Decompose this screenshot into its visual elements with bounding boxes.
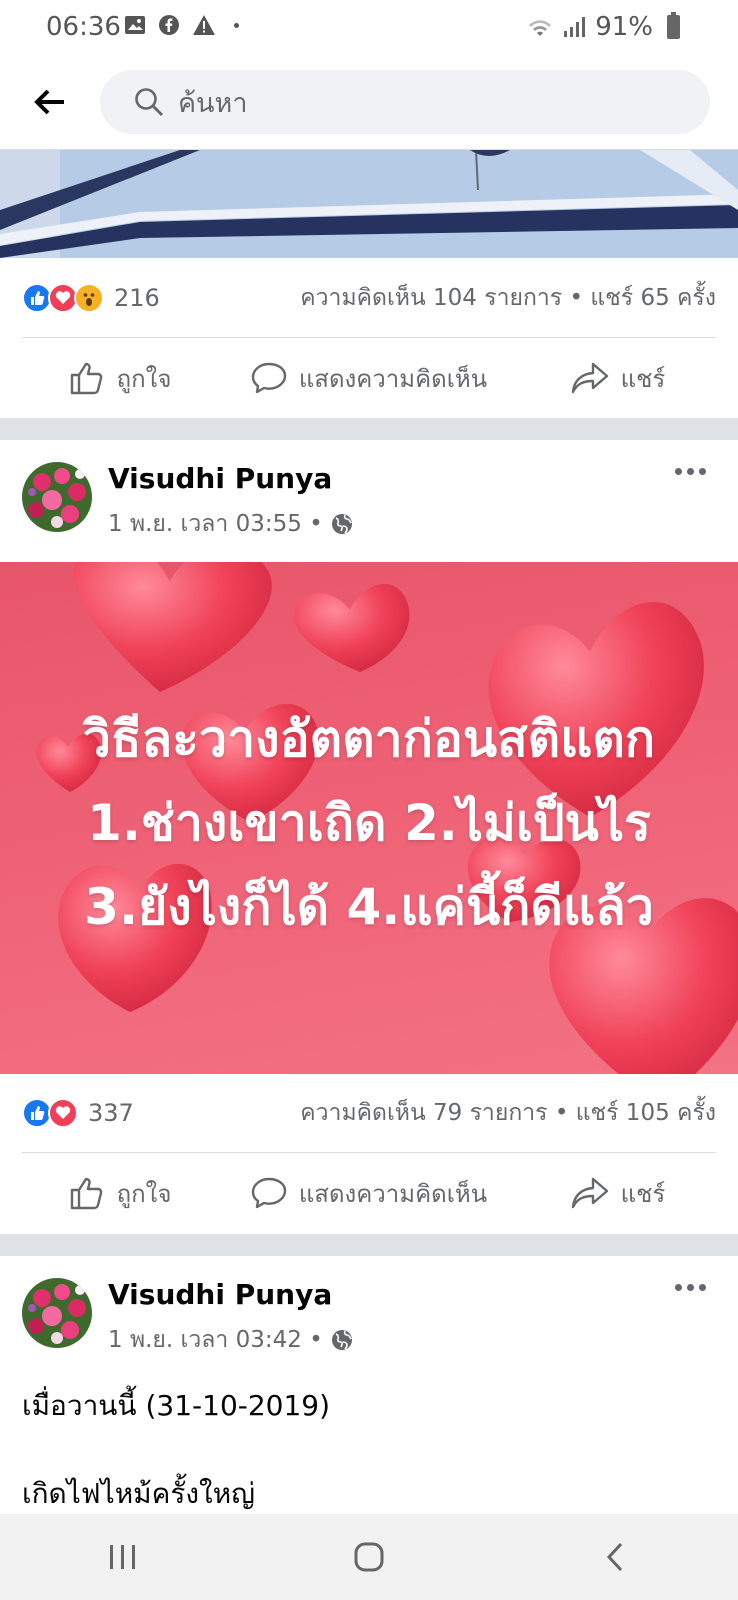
comment-label: แสดงความคิดเห็น xyxy=(298,1179,488,1208)
like-button[interactable]: ถูกใจ xyxy=(0,359,240,398)
reaction-summary[interactable]: 216 xyxy=(22,283,160,313)
post-separator xyxy=(0,418,738,440)
battery-percent: 91% xyxy=(595,12,653,42)
avatar[interactable] xyxy=(22,462,92,532)
more-icon[interactable] xyxy=(675,468,706,475)
like-label: ถูกใจ xyxy=(116,364,172,393)
post-meta: 1 พ.ย. เวลา 03:42 • xyxy=(108,1322,353,1358)
reaction-summary[interactable]: 337 xyxy=(22,1098,134,1128)
wow-reaction-icon xyxy=(74,283,104,313)
comment-label: แสดงความคิดเห็น xyxy=(298,364,488,393)
post-separator xyxy=(0,1234,738,1256)
search-placeholder: ค้นหา xyxy=(178,87,248,119)
share-button[interactable]: แชร์ xyxy=(498,1174,738,1213)
caption-line-2: 1.ช่างเขาเถิด 2.ไม่เป็นไร xyxy=(87,794,651,852)
post-author[interactable]: Visudhi Punya xyxy=(108,1278,332,1311)
post2-header: Visudhi Punya 1 พ.ย. เวลา 03:55 • xyxy=(0,440,738,550)
back-nav-icon xyxy=(606,1542,623,1572)
search-header: ค้นหา xyxy=(0,58,738,150)
caption-line-1: วิธีละวางอัตตาก่อนสติแตก xyxy=(82,710,656,768)
share-label: แชร์ xyxy=(620,1179,666,1208)
comment-icon xyxy=(251,1177,287,1209)
post-meta: 1 พ.ย. เวลา 03:55 • xyxy=(108,506,353,542)
status-bar: 06:36 91% xyxy=(0,0,738,58)
recents-icon xyxy=(110,1545,135,1569)
divider xyxy=(22,337,716,338)
divider xyxy=(22,1152,716,1153)
share-label: แชร์ xyxy=(620,364,666,393)
post1-actions: ถูกใจ แสดงความคิดเห็น แชร์ xyxy=(0,339,738,417)
comment-button[interactable]: แสดงความคิดเห็น xyxy=(240,359,498,398)
home-icon xyxy=(354,1542,384,1572)
post3-header: Visudhi Punya 1 พ.ย. เวลา 03:42 • xyxy=(0,1256,738,1366)
recents-button[interactable] xyxy=(83,1527,163,1587)
post2-reactions-row: 337 ความคิดเห็น 79 รายการ • แชร์ 105 ครั… xyxy=(22,1078,716,1148)
post3-text-line-1: เมื่อวานนี้ (31-10-2019) xyxy=(22,1389,331,1422)
like-button[interactable]: ถูกใจ xyxy=(0,1174,240,1213)
post-author[interactable]: Visudhi Punya xyxy=(108,462,332,495)
post1-reactions-row: 216 ความคิดเห็น 104 รายการ • แชร์ 65 ครั… xyxy=(22,263,716,333)
share-button[interactable]: แชร์ xyxy=(498,359,738,398)
comment-icon xyxy=(251,362,287,394)
comments-shares-count[interactable]: ความคิดเห็น 79 รายการ • แชร์ 105 ครั้ง xyxy=(300,1095,716,1131)
system-navigation-bar xyxy=(0,1514,738,1600)
post2-actions: ถูกใจ แสดงความคิดเห็น แชร์ xyxy=(0,1154,738,1232)
signal-icon xyxy=(564,17,586,37)
back-button[interactable] xyxy=(30,82,70,122)
previous-post-image[interactable] xyxy=(0,150,738,258)
post-image-caption: วิธีละวางอัตตาก่อนสติแตก 1.ช่างเขาเถิด 2… xyxy=(0,697,738,949)
avatar[interactable] xyxy=(22,1278,92,1348)
post3-text-line-2: เกิดไฟไหม้ครั้งใหญ่ xyxy=(22,1477,256,1510)
thumbs-up-icon xyxy=(70,1177,102,1210)
post-time[interactable]: 1 พ.ย. เวลา 03:55 • xyxy=(108,506,323,542)
facebook-icon xyxy=(159,15,179,35)
caption-line-3: 3.ยังไงก็ได้ 4.แค่นี้ก็ดีแล้ว xyxy=(84,878,654,936)
search-input[interactable]: ค้นหา xyxy=(100,70,710,134)
gallery-icon xyxy=(125,16,145,34)
globe-icon xyxy=(331,1330,352,1350)
back-nav-button[interactable] xyxy=(575,1527,655,1587)
globe-icon xyxy=(331,514,352,534)
more-icon[interactable] xyxy=(675,1284,706,1291)
love-reaction-icon xyxy=(48,1098,78,1128)
status-time: 06:36 xyxy=(46,12,121,42)
thumbs-up-icon xyxy=(70,362,102,395)
search-icon xyxy=(135,88,163,116)
post2-image[interactable]: วิธีละวางอัตตาก่อนสติแตก 1.ช่างเขาเถิด 2… xyxy=(0,562,738,1074)
dot-icon xyxy=(234,22,239,28)
comment-button[interactable]: แสดงความคิดเห็น xyxy=(240,1174,498,1213)
reaction-count: 337 xyxy=(88,1099,134,1127)
comments-shares-count[interactable]: ความคิดเห็น 104 รายการ • แชร์ 65 ครั้ง xyxy=(300,280,716,316)
warning-icon xyxy=(193,15,215,35)
like-label: ถูกใจ xyxy=(116,1179,172,1208)
post-time[interactable]: 1 พ.ย. เวลา 03:42 • xyxy=(108,1322,323,1358)
notification-icons xyxy=(124,14,239,36)
system-status: 91% xyxy=(527,12,680,42)
wifi-icon xyxy=(529,20,552,36)
reaction-count: 216 xyxy=(114,284,160,312)
share-icon xyxy=(571,1177,608,1209)
home-button[interactable] xyxy=(329,1527,409,1587)
shirt-photo xyxy=(0,150,738,258)
back-arrow-icon xyxy=(34,89,64,115)
battery-icon xyxy=(667,12,680,39)
share-icon xyxy=(571,362,608,394)
